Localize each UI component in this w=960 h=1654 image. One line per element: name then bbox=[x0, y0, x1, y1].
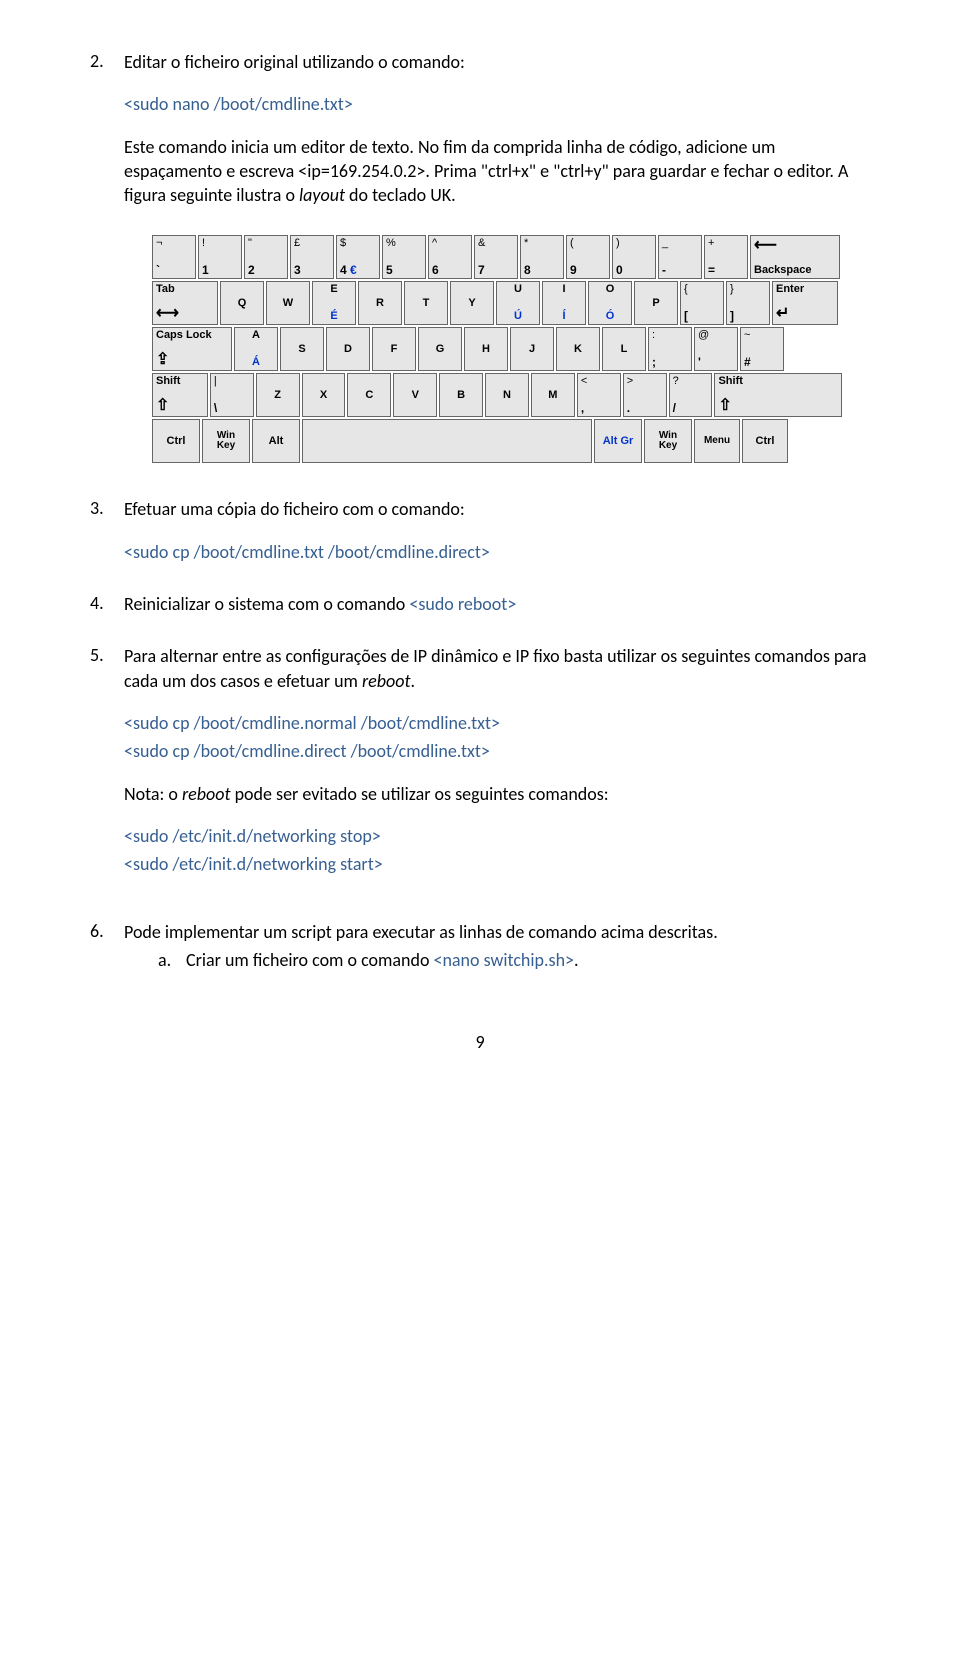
key-capslock: Caps Lock⇪ bbox=[152, 327, 232, 371]
key: *8 bbox=[520, 235, 564, 279]
list-marker: 2. bbox=[90, 50, 104, 72]
key: X bbox=[302, 373, 346, 417]
paragraph: Nota: o reboot pode ser evitado se utili… bbox=[124, 782, 870, 806]
paragraph: Para alternar entre as configurações de … bbox=[124, 644, 870, 693]
list-marker: 6. bbox=[90, 920, 104, 942]
key: D bbox=[326, 327, 370, 371]
key: L bbox=[602, 327, 646, 371]
list-marker: 5. bbox=[90, 644, 104, 666]
paragraph: Pode implementar um script para executar… bbox=[124, 920, 870, 944]
key: !1 bbox=[198, 235, 242, 279]
key: IÍ bbox=[542, 281, 586, 325]
keyboard-layout-figure: ¬` !1 "2 £3 $4 € %5 ^6 &7 *8 (9 )0 _- +=… bbox=[152, 235, 842, 463]
key: C bbox=[347, 373, 391, 417]
key: OÓ bbox=[588, 281, 632, 325]
key: :; bbox=[648, 327, 692, 371]
key: }] bbox=[726, 281, 770, 325]
list-item-3: 3. Efetuar uma cópia do ficheiro com o c… bbox=[90, 497, 870, 564]
key: {[ bbox=[680, 281, 724, 325]
list-marker: 3. bbox=[90, 497, 104, 519]
key-altgr: Alt Gr bbox=[594, 419, 642, 463]
key-enter: Enter↵ bbox=[772, 281, 838, 325]
key: AÁ bbox=[234, 327, 278, 371]
key: )0 bbox=[612, 235, 656, 279]
key-win: Win Key bbox=[202, 419, 250, 463]
document-page: 2. Editar o ficheiro original utilizando… bbox=[0, 0, 960, 1093]
key: M bbox=[531, 373, 575, 417]
key: ¬` bbox=[152, 235, 196, 279]
key: Z bbox=[256, 373, 300, 417]
key-tab: Tab⟷ bbox=[152, 281, 218, 325]
key: ?/ bbox=[669, 373, 713, 417]
paragraph: Efetuar uma cópia do ficheiro com o coma… bbox=[124, 497, 870, 521]
key: N bbox=[485, 373, 529, 417]
paragraph: Este comando inicia um editor de texto. … bbox=[124, 135, 870, 208]
key: G bbox=[418, 327, 462, 371]
key-ctrl: Ctrl bbox=[152, 419, 200, 463]
key: R bbox=[358, 281, 402, 325]
page-number: 9 bbox=[90, 1031, 870, 1053]
key-win: Win Key bbox=[644, 419, 692, 463]
key: "2 bbox=[244, 235, 288, 279]
list-item-4: 4. Reinicializar o sistema com o comando… bbox=[90, 592, 870, 616]
paragraph: Reinicializar o sistema com o comando <s… bbox=[124, 592, 870, 616]
key: K bbox=[556, 327, 600, 371]
key: UÚ bbox=[496, 281, 540, 325]
key-space bbox=[302, 419, 592, 463]
key: H bbox=[464, 327, 508, 371]
key: S bbox=[280, 327, 324, 371]
key: F bbox=[372, 327, 416, 371]
key: ^6 bbox=[428, 235, 472, 279]
key: T bbox=[404, 281, 448, 325]
key: %5 bbox=[382, 235, 426, 279]
key: W bbox=[266, 281, 310, 325]
key: += bbox=[704, 235, 748, 279]
key-shift: Shift⇧ bbox=[152, 373, 208, 417]
key: V bbox=[393, 373, 437, 417]
key: J bbox=[510, 327, 554, 371]
list-marker: 4. bbox=[90, 592, 104, 614]
key: >. bbox=[623, 373, 667, 417]
keyboard-row: Tab⟷ Q W EÉ R T Y UÚ IÍ OÓ P {[ }] Enter… bbox=[152, 281, 842, 325]
command-text: <nano switchip.sh> bbox=[434, 949, 574, 971]
list-item-5: 5. Para alternar entre as configurações … bbox=[90, 644, 870, 876]
list-item-6: 6. Pode implementar um script para execu… bbox=[90, 920, 870, 970]
key: Y bbox=[450, 281, 494, 325]
command-text: <sudo cp /boot/cmdline.normal /boot/cmdl… bbox=[124, 712, 500, 734]
command-text: <sudo /etc/init.d/networking stop> bbox=[124, 825, 381, 847]
key: P bbox=[634, 281, 678, 325]
key: $4 € bbox=[336, 235, 380, 279]
keyboard-row: Ctrl Win Key Alt Alt Gr Win Key Menu Ctr… bbox=[152, 419, 842, 463]
list-item-2: 2. Editar o ficheiro original utilizando… bbox=[90, 50, 870, 463]
sub-list-item: a. Criar um ficheiro com o comando <nano… bbox=[158, 949, 870, 971]
key: ~# bbox=[740, 327, 784, 371]
paragraph: Editar o ficheiro original utilizando o … bbox=[124, 50, 870, 74]
key-shift: Shift⇧ bbox=[714, 373, 842, 417]
key: £3 bbox=[290, 235, 334, 279]
sub-list: a. Criar um ficheiro com o comando <nano… bbox=[158, 949, 870, 971]
sub-list-marker: a. bbox=[158, 949, 171, 971]
key-menu: Menu bbox=[694, 419, 740, 463]
keyboard-row: ¬` !1 "2 £3 $4 € %5 ^6 &7 *8 (9 )0 _- +=… bbox=[152, 235, 842, 279]
key: &7 bbox=[474, 235, 518, 279]
key: Q bbox=[220, 281, 264, 325]
key: @' bbox=[694, 327, 738, 371]
key-ctrl: Ctrl bbox=[742, 419, 788, 463]
command-text: <sudo reboot> bbox=[409, 593, 516, 615]
key-alt: Alt bbox=[252, 419, 300, 463]
key: <, bbox=[577, 373, 621, 417]
command-text: <sudo /etc/init.d/networking start> bbox=[124, 853, 383, 875]
command-text: <sudo cp /boot/cmdline.txt /boot/cmdline… bbox=[124, 541, 490, 563]
key: |\ bbox=[210, 373, 254, 417]
key: (9 bbox=[566, 235, 610, 279]
key: _- bbox=[658, 235, 702, 279]
command-text: <sudo cp /boot/cmdline.direct /boot/cmdl… bbox=[124, 740, 490, 762]
keyboard-row: Caps Lock⇪ AÁ S D F G H J K L :; @' ~# bbox=[152, 327, 842, 371]
key: EÉ bbox=[312, 281, 356, 325]
numbered-list: 2. Editar o ficheiro original utilizando… bbox=[90, 50, 870, 971]
keyboard-row: Shift⇧ |\ Z X C V B N M <, >. ?/ Shift⇧ bbox=[152, 373, 842, 417]
command-text: <sudo nano /boot/cmdline.txt> bbox=[124, 93, 353, 115]
key: B bbox=[439, 373, 483, 417]
key-backspace: ⟵Backspace bbox=[750, 235, 840, 279]
